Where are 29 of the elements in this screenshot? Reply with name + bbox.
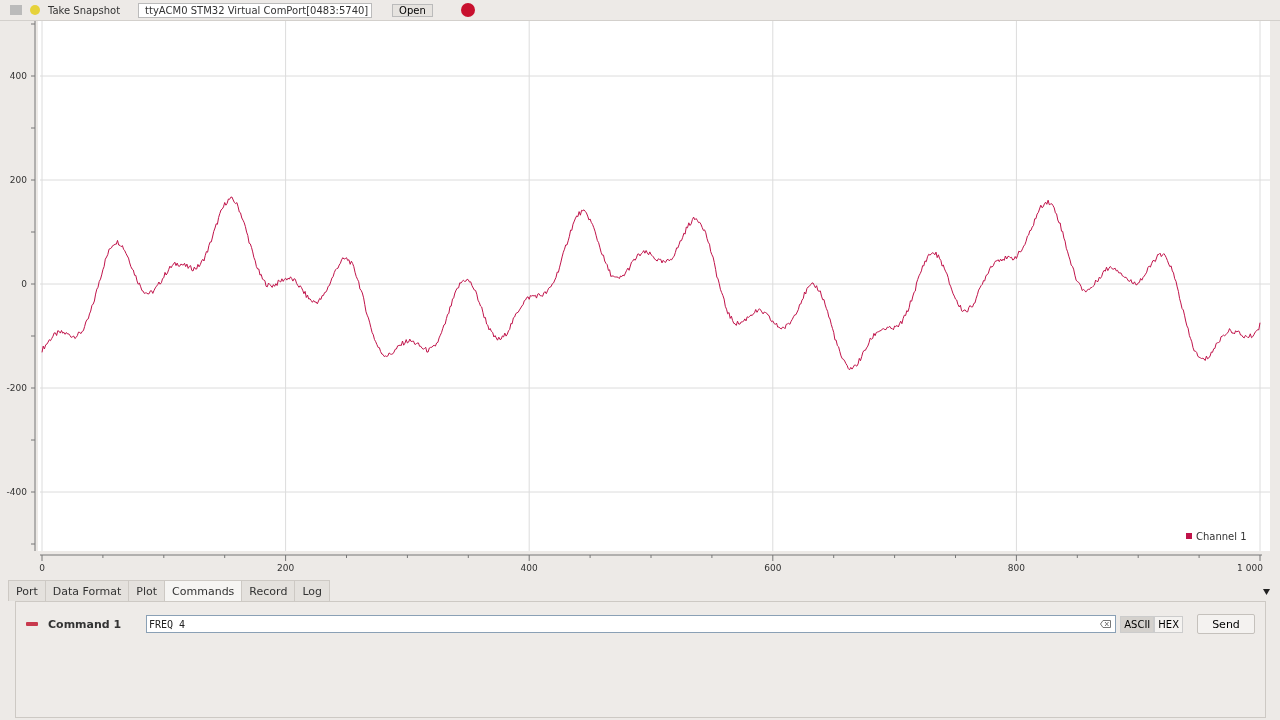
y-axis-label: 0 [21,279,27,289]
tab[interactable]: Commands [164,580,243,601]
snapshot-button[interactable]: Take Snapshot [48,4,121,16]
x-axis-label: 0 [39,563,45,573]
clear-icon[interactable] [1100,620,1112,628]
record-icon[interactable] [460,3,475,17]
x-axis-label: 400 [520,563,538,573]
x-axis-label: 1 000 [1237,563,1263,573]
open-button[interactable]: Open [392,3,433,17]
x-axis-label: 600 [764,563,782,573]
tab[interactable]: Port [8,580,46,601]
tab[interactable]: Data Format [44,580,130,601]
legend-label: Channel 1 [1196,531,1247,542]
port-select[interactable]: ttyACM0 STM32 Virtual ComPort[0483:5740] [138,2,373,18]
command-input[interactable]: FREQ 4 [146,615,1117,633]
tab[interactable]: Plot [128,580,166,601]
y-axis-label: -200 [6,383,27,393]
dropdown-caret-icon[interactable] [1263,589,1270,595]
y-axis-label: 200 [9,175,27,185]
tab[interactable]: Log [294,580,331,601]
mode-toggle[interactable]: ASCII [1120,615,1155,633]
command-name: Command 1 [48,617,123,631]
mode-toggle[interactable]: HEX [1154,615,1183,633]
tab[interactable]: Record [241,580,296,601]
send-button[interactable]: Send [1197,614,1255,634]
x-axis-label: 200 [277,563,295,573]
x-axis-label: 800 [1007,563,1025,573]
y-axis-label: -400 [6,487,27,497]
y-axis-label: 400 [9,71,27,81]
